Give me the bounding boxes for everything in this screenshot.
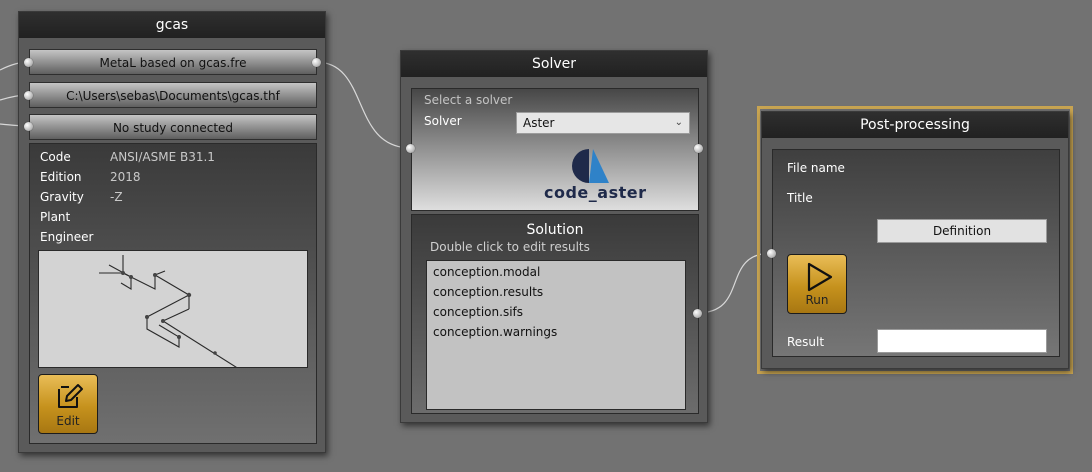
gravity-label: Gravity <box>40 190 84 204</box>
file-input-bar[interactable]: C:\Users\sebas\Documents\gcas.thf <box>29 82 317 108</box>
solution-panel: Solution Double click to edit results co… <box>411 214 699 414</box>
post-processing-node[interactable]: Post-processing File name Title Definiti… <box>761 111 1069 369</box>
results-list[interactable]: conception.modal conception.results conc… <box>426 260 686 410</box>
gcas-node[interactable]: gcas MetaL based on gcas.fre C:\Users\se… <box>18 11 326 453</box>
engineer-label: Engineer <box>40 230 94 244</box>
play-icon <box>807 262 833 292</box>
code-label: Code <box>40 150 71 164</box>
file-name-label: File name <box>787 161 845 175</box>
solver-node[interactable]: Solver Select a solver Solver Aster ⌄ co… <box>400 50 708 423</box>
plant-label: Plant <box>40 210 71 224</box>
material-input-port[interactable] <box>24 58 33 67</box>
code-value: ANSI/ASME B31.1 <box>110 150 215 164</box>
file-input-port[interactable] <box>24 91 33 100</box>
edition-label: Edition <box>40 170 82 184</box>
piping-isometric-drawing <box>99 255 240 370</box>
definition-button[interactable]: Definition <box>877 219 1047 243</box>
title-label: Title <box>787 191 813 205</box>
material-input-bar[interactable]: MetaL based on gcas.fre <box>29 49 317 75</box>
study-status-bar[interactable]: No study connected <box>29 114 317 140</box>
definition-button-label: Definition <box>932 224 992 238</box>
solver-label: Solver <box>424 114 462 128</box>
result-field[interactable] <box>877 329 1047 353</box>
post-processing-panel: File name Title Definition Run Result <box>772 149 1060 357</box>
solver-hint: Select a solver <box>424 93 513 107</box>
list-item[interactable]: conception.modal <box>433 265 540 279</box>
code-aster-logo-mark <box>572 149 609 183</box>
gcas-node-title[interactable]: gcas <box>19 12 325 38</box>
solver-dropdown-value: Aster <box>523 116 555 130</box>
solution-output-port[interactable] <box>693 309 702 318</box>
edit-icon <box>58 384 83 408</box>
solver-output-port[interactable] <box>694 144 703 153</box>
solver-dropdown[interactable]: Aster ⌄ <box>516 112 690 134</box>
list-item[interactable]: conception.results <box>433 285 543 299</box>
post-processing-input-port[interactable] <box>767 249 776 258</box>
edit-button-label: Edit <box>56 414 80 428</box>
run-button[interactable]: Run <box>787 254 847 314</box>
code-aster-logo-text: code_aster <box>544 183 647 202</box>
solver-node-title[interactable]: Solver <box>401 51 707 77</box>
piping-model-preview[interactable] <box>38 250 308 370</box>
study-input-port[interactable] <box>24 122 33 131</box>
gravity-value: -Z <box>110 190 123 204</box>
solver-select-panel: Select a solver Solver Aster ⌄ code_aste… <box>411 88 699 211</box>
solution-title: Solution <box>526 222 584 238</box>
code-aster-logo: code_aster <box>542 149 646 205</box>
post-processing-node-title[interactable]: Post-processing <box>762 112 1068 138</box>
chevron-down-icon: ⌄ <box>674 117 683 128</box>
edit-button[interactable]: Edit <box>38 374 98 434</box>
solution-hint: Double click to edit results <box>430 240 590 254</box>
result-label: Result <box>787 335 825 349</box>
run-button-label: Run <box>805 293 829 307</box>
list-item[interactable]: conception.warnings <box>433 325 557 339</box>
gcas-properties-panel: Code ANSI/ASME B31.1 Edition 2018 Gravit… <box>29 143 317 444</box>
solver-input-port[interactable] <box>406 144 415 153</box>
edition-value: 2018 <box>110 170 141 184</box>
list-item[interactable]: conception.sifs <box>433 305 523 319</box>
material-output-port[interactable] <box>312 58 321 67</box>
